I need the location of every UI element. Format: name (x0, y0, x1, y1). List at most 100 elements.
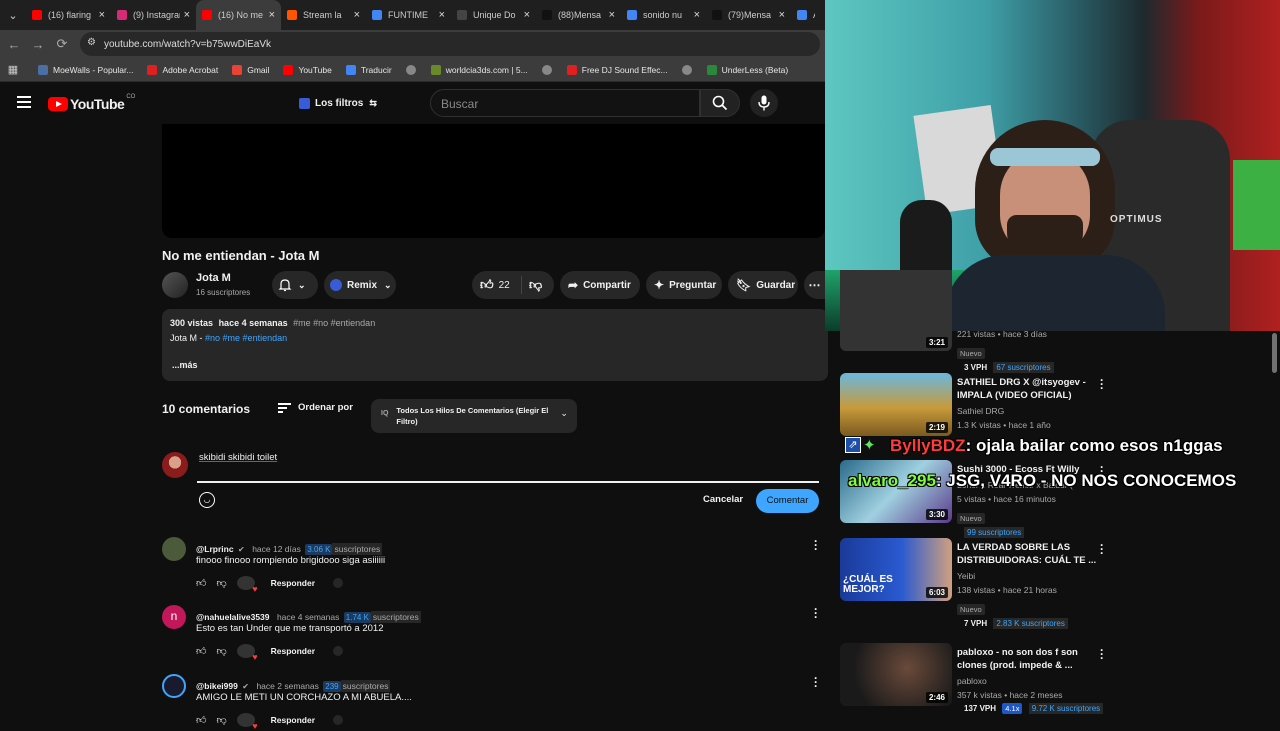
voice-search-button[interactable] (750, 89, 778, 117)
reply-button[interactable]: Responder (271, 578, 315, 588)
back-icon[interactable]: ← (2, 37, 26, 52)
search-input[interactable]: Buscar (430, 89, 700, 117)
browser-tab[interactable]: Unique Do × (451, 0, 536, 30)
notifications-button[interactable]: ⌄ (272, 271, 318, 299)
browser-tab[interactable]: (9) Instagram× (111, 0, 196, 30)
close-tab-icon[interactable]: × (354, 9, 360, 21)
close-tab-icon[interactable]: × (269, 9, 275, 21)
comment-more-icon[interactable]: · · · (813, 672, 819, 692)
comment-actions: 👍︎ 👎︎ ♥ Responder (196, 644, 344, 662)
dislike-button[interactable]: 👎︎ (522, 277, 542, 293)
commenter-avatar[interactable] (162, 537, 186, 561)
emoji-icon[interactable]: ◡ (199, 492, 215, 508)
video-thumbnail[interactable]: 3:30 (840, 460, 952, 523)
share-button[interactable]: ➦ Compartir (560, 271, 640, 299)
video-thumbnail[interactable]: ¿CUÁL ES MEJOR? 6:03 (840, 538, 952, 601)
thumbs-up-icon[interactable]: 👍︎ (196, 714, 206, 726)
show-more-link[interactable]: ...más (172, 360, 820, 370)
filters-button[interactable]: Los filtros ⇆ (293, 90, 383, 116)
commenter-avatar[interactable]: n (162, 605, 186, 629)
close-tab-icon[interactable]: × (439, 9, 445, 21)
close-tab-icon[interactable]: × (524, 9, 530, 21)
close-tab-icon[interactable]: × (99, 9, 105, 21)
reply-button[interactable]: Responder (271, 715, 315, 725)
video-player[interactable] (162, 124, 825, 238)
video-thumbnail[interactable]: 2:46 (840, 643, 952, 706)
chat-username: ByllyBDZ (890, 436, 966, 455)
bookmark-item[interactable]: Traducir (345, 64, 392, 75)
thumbs-down-icon[interactable]: 👎︎ (216, 714, 226, 726)
comment-more-icon[interactable]: · · · (813, 603, 819, 623)
related-video-title[interactable]: LA VERDAD SOBRE LAS DISTRIBUIDORAS: CUÁL… (957, 541, 1102, 567)
commenter-name[interactable]: @Lrprinc (196, 544, 234, 554)
browser-tab[interactable]: sonido nu × (621, 0, 706, 30)
more-actions-button[interactable]: ⋯ (804, 271, 825, 299)
close-tab-icon[interactable]: × (609, 9, 615, 21)
like-button[interactable]: 👍︎ 22 (472, 276, 522, 294)
related-video-more-icon[interactable]: · · · (1099, 539, 1105, 559)
related-video-title[interactable]: SATHIEL DRG X @itsyogev - IMPALA (VIDEO … (957, 376, 1102, 402)
apps-grid-icon[interactable]: ▦ (0, 63, 26, 76)
thumbs-down-icon[interactable]: 👎︎ (216, 577, 226, 589)
forward-icon[interactable]: → (26, 37, 50, 52)
thumbs-up-icon[interactable]: 👍︎ (196, 577, 206, 589)
description-box[interactable]: 300 vistas hace 4 semanas #me #no #entie… (162, 309, 828, 381)
browser-tab[interactable]: Au (791, 0, 821, 30)
remix-button[interactable]: Remix ⌄ (324, 271, 396, 299)
browser-tab[interactable]: (16) flaring × (26, 0, 111, 30)
browser-tab[interactable]: (79)Mensa × (706, 0, 791, 30)
commenter-avatar[interactable] (162, 674, 186, 698)
ask-button[interactable]: ✦ Preguntar (646, 271, 722, 299)
bookmark-item[interactable]: Adobe Acrobat (147, 64, 218, 75)
close-tab-icon[interactable]: × (779, 9, 785, 21)
browser-tab[interactable]: FUNTIME × (366, 0, 451, 30)
cancel-button[interactable]: Cancelar (703, 494, 743, 505)
thumbs-down-icon[interactable]: 👎︎ (216, 645, 226, 657)
reply-button[interactable]: Responder (271, 646, 315, 656)
description-tags[interactable]: #no #me #entiendan (205, 333, 287, 343)
related-video-channel[interactable]: Yeibi (957, 569, 1102, 583)
channel-name[interactable]: Jota M (196, 272, 231, 284)
url-field[interactable]: ⚙ youtube.com/watch?v=b75wwDiEaVk (80, 32, 820, 56)
related-video-more-icon[interactable]: · · · (1099, 644, 1105, 664)
comment-submit-button[interactable]: Comentar (756, 489, 819, 513)
sliders-icon: ⇆ (369, 97, 377, 108)
menu-icon[interactable] (17, 96, 31, 108)
sort-button[interactable]: Ordenar por (278, 402, 353, 413)
comment-filter-dropdown[interactable]: IQ Todos Los Hilos De Comentarios (Elegi… (371, 399, 577, 433)
related-video-title[interactable]: pabloxo - no son dos f son clones (prod.… (957, 646, 1102, 672)
commenter-name[interactable]: @bikei999 (196, 681, 238, 691)
bookmark-item[interactable] (541, 64, 557, 75)
related-video-channel[interactable]: Sathiel DRG (957, 404, 1102, 418)
bookmark-item[interactable] (681, 64, 697, 75)
channel-avatar[interactable] (162, 272, 188, 298)
comment-input[interactable]: skibidi skibidi toilet (197, 449, 819, 483)
reload-icon[interactable]: ⟳ (50, 36, 74, 52)
close-tab-icon[interactable]: × (694, 9, 700, 21)
browser-tab[interactable]: Stream la × (281, 0, 366, 30)
related-video-more-icon[interactable]: · · · (1099, 374, 1105, 394)
comment-more-icon[interactable]: · · · (813, 535, 819, 555)
upload-age: hace 4 semanas (218, 318, 288, 328)
bookmark-item[interactable]: Free DJ Sound Effec... (566, 64, 668, 75)
bookmark-item[interactable]: Gmail (232, 64, 269, 75)
video-thumbnail[interactable]: 2:19 (840, 373, 952, 436)
bookmark-item[interactable] (405, 64, 421, 75)
bookmark-item[interactable]: UnderLess (Beta) (706, 64, 788, 75)
commenter-name[interactable]: @nahuelalive3539 (196, 612, 270, 622)
browser-tab[interactable]: (16) No me × (196, 0, 281, 30)
tab-list-chevron-icon[interactable]: ⌄ (0, 0, 26, 30)
search-button[interactable] (700, 89, 740, 117)
close-tab-icon[interactable]: × (184, 9, 190, 21)
youtube-logo[interactable]: YouTube CO (48, 94, 135, 112)
bookmark-item[interactable]: YouTube (283, 64, 332, 75)
sidebar-scrollbar[interactable] (1272, 333, 1277, 373)
related-video-channel[interactable]: pabloxo (957, 674, 1102, 688)
site-info-icon[interactable]: ⚙ (87, 37, 96, 48)
video-thumbnail[interactable]: 3:21 (840, 270, 952, 351)
thumbs-up-icon[interactable]: 👍︎ (196, 645, 206, 657)
bookmark-item[interactable]: MoeWalls - Popular... (38, 64, 133, 75)
browser-tab[interactable]: (88)Mensa × (536, 0, 621, 30)
bookmark-item[interactable]: worldcia3ds.com | 5... (430, 64, 528, 75)
save-button[interactable]: 🔖︎ Guardar (728, 271, 798, 299)
